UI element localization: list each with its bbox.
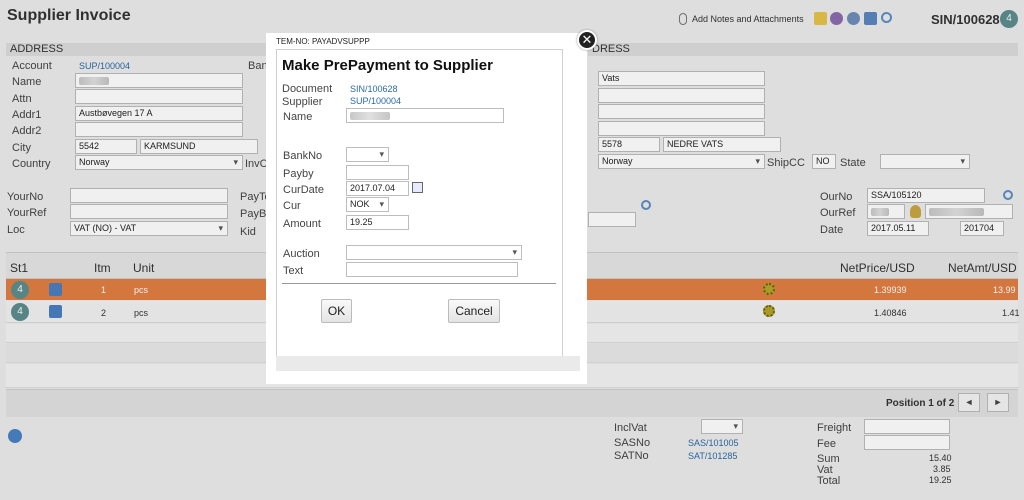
- payby-field[interactable]: [346, 165, 409, 180]
- bankno-select[interactable]: [346, 147, 389, 162]
- payby-modal-label: Payby: [283, 168, 314, 180]
- curdate-field[interactable]: 2017.07.04: [346, 181, 409, 196]
- auction-select[interactable]: [346, 245, 522, 260]
- auction-label: Auction: [283, 248, 320, 260]
- close-icon[interactable]: ✕: [577, 30, 597, 50]
- dialog-divider: [282, 283, 556, 284]
- curdate-label: CurDate: [283, 184, 324, 196]
- document-link[interactable]: SIN/100628: [350, 84, 398, 94]
- amount-label: Amount: [283, 218, 321, 230]
- cur-label: Cur: [283, 200, 301, 212]
- dialog-footer-strip: [276, 356, 580, 371]
- dialog-title: Make PrePayment to Supplier: [282, 57, 493, 74]
- text-label: Text: [283, 265, 304, 277]
- template-number: TEM-NO: PAYADVSUPPP: [272, 35, 374, 48]
- dialog-name-field[interactable]: [346, 108, 504, 123]
- cur-value: NOK: [350, 199, 370, 209]
- bankno-label: BankNo: [283, 150, 323, 162]
- calendar-icon[interactable]: [412, 182, 423, 193]
- supplier-invoice-page: Supplier Invoice Add Notes and Attachmen…: [0, 0, 1024, 500]
- ok-button[interactable]: OK: [321, 299, 352, 323]
- dialog-name-label: Name: [283, 111, 313, 123]
- supplier-label: Supplier: [282, 96, 323, 108]
- amount-field[interactable]: 19.25: [346, 215, 409, 230]
- cur-select[interactable]: NOK: [346, 197, 389, 212]
- document-label: Document: [282, 83, 333, 95]
- cancel-button[interactable]: Cancel: [448, 299, 500, 323]
- supplier-link[interactable]: SUP/100004: [350, 96, 401, 106]
- text-field[interactable]: [346, 262, 518, 277]
